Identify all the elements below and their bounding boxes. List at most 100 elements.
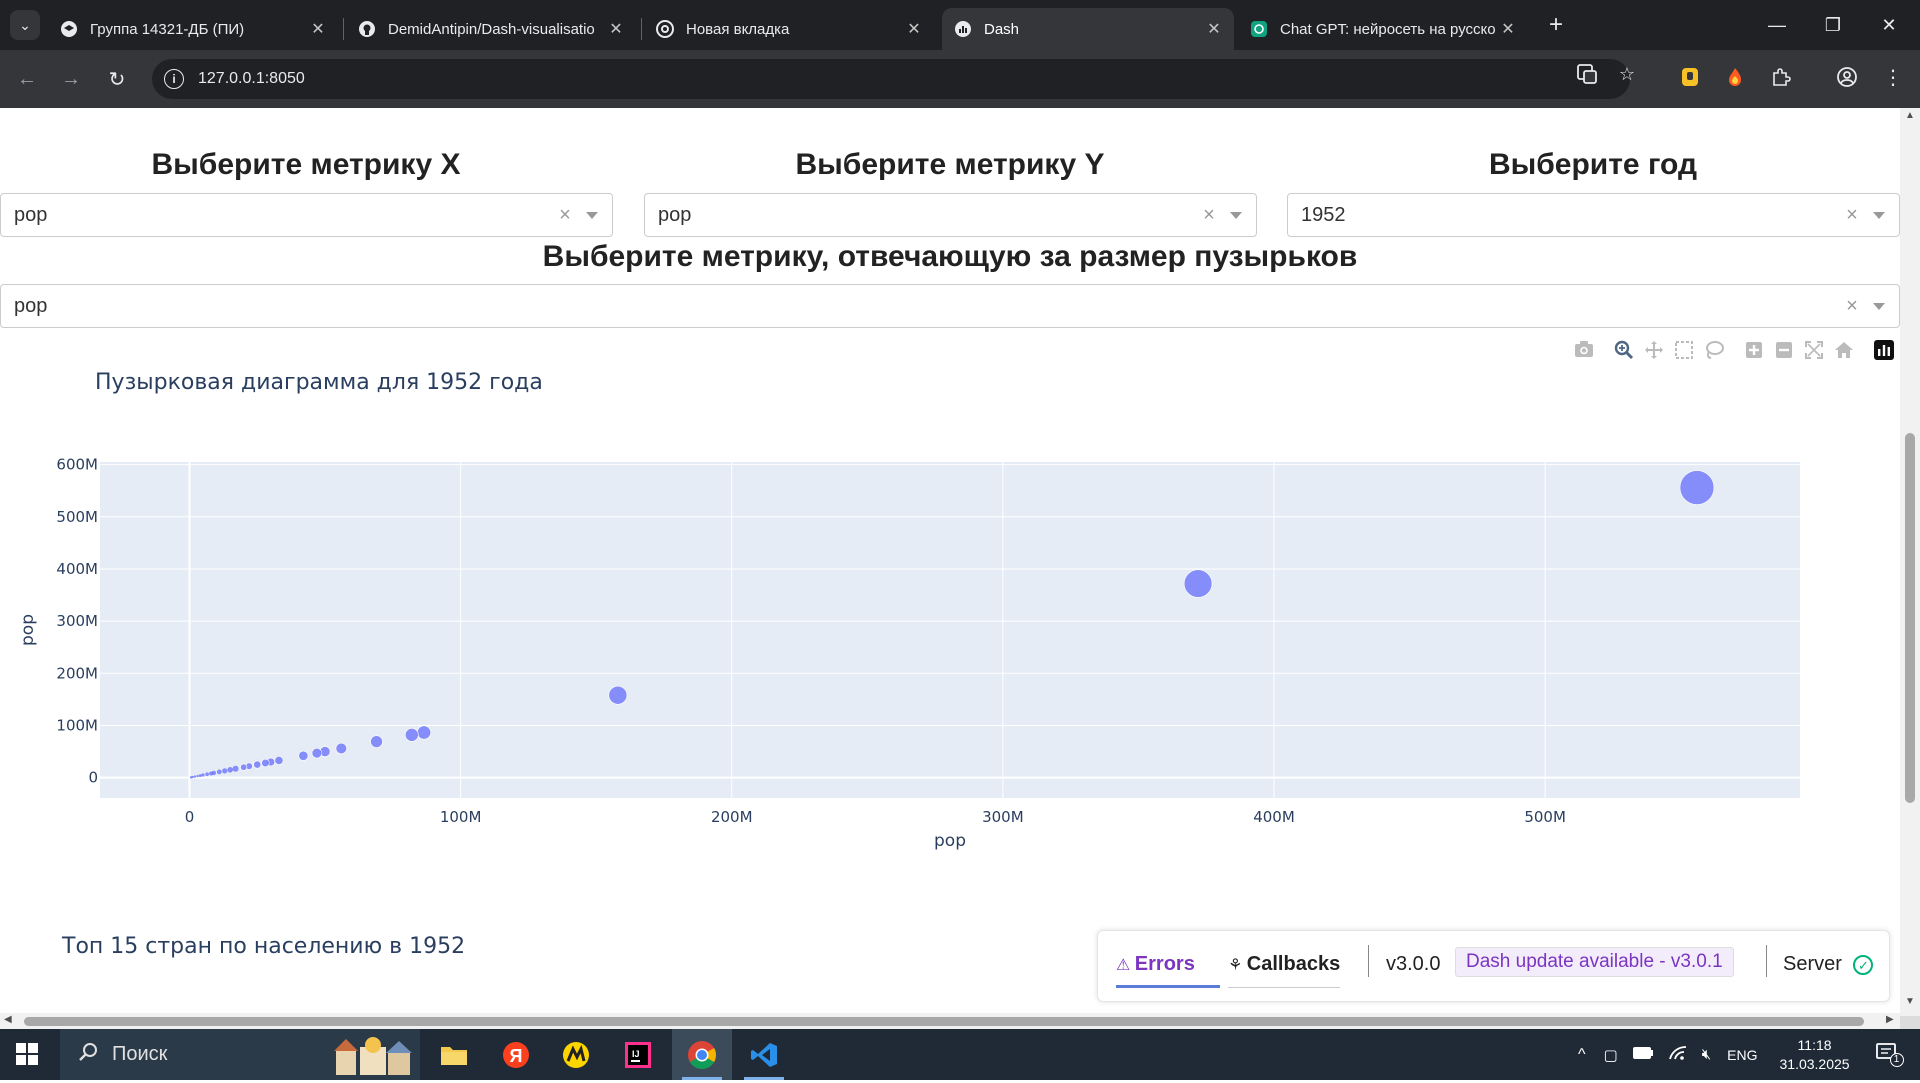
new-tab-button[interactable]: + <box>1542 12 1570 40</box>
bubble-point[interactable] <box>222 768 228 774</box>
meet-now-icon[interactable]: ▢ <box>1604 1046 1618 1064</box>
reset-axes-home-icon[interactable] <box>1833 340 1855 362</box>
year-dropdown[interactable]: 1952 × <box>1287 193 1900 237</box>
zoom-in-icon[interactable] <box>1743 340 1765 362</box>
chevron-down-icon[interactable] <box>1873 211 1885 219</box>
tab-new-tab[interactable]: Новая вкладка ✕ <box>644 8 934 50</box>
scroll-thumb[interactable] <box>24 1017 1864 1026</box>
scroll-up-icon[interactable]: ▲ <box>1900 110 1920 126</box>
wifi-icon[interactable] <box>1668 1045 1688 1065</box>
extensions-puzzle-icon[interactable] <box>1768 64 1794 90</box>
yandex-market-icon[interactable] <box>546 1029 606 1080</box>
bubble-point[interactable] <box>311 747 323 759</box>
close-icon[interactable]: ✕ <box>308 19 328 39</box>
chevron-down-icon[interactable] <box>586 211 598 219</box>
pan-icon[interactable] <box>1643 340 1665 362</box>
extension-yellow-icon[interactable] <box>1677 64 1703 90</box>
box-select-icon[interactable] <box>1673 340 1695 362</box>
file-explorer-icon[interactable] <box>424 1029 484 1080</box>
notifications-icon[interactable]: 1 <box>1875 1042 1904 1067</box>
close-icon[interactable]: ✕ <box>1498 19 1518 39</box>
bubble-point[interactable] <box>261 758 270 768</box>
bubble-point[interactable] <box>298 750 309 761</box>
reload-icon[interactable]: ↻ <box>102 64 132 94</box>
profile-icon[interactable] <box>1834 64 1860 90</box>
plotly-logo-icon[interactable] <box>1873 340 1895 362</box>
bubble-point[interactable] <box>1679 470 1715 505</box>
bubble-point[interactable] <box>209 771 214 776</box>
tab-github[interactable]: DemidAntipin/Dash-visualisatio ✕ <box>346 8 636 50</box>
bubble-chart[interactable]: 0 100M 200M 300M 400M 500M 0 100M 200M 300M 400M 5… <box>0 446 1900 851</box>
clock[interactable]: 11:18 31.03.2025 <box>1780 1036 1850 1074</box>
forward-icon[interactable]: → <box>56 64 86 94</box>
bubble-point[interactable] <box>253 760 262 769</box>
close-icon[interactable]: ✕ <box>606 19 626 39</box>
address-bar[interactable]: i 127.0.0.1:8050 <box>152 59 1630 99</box>
bookmark-star-icon[interactable]: ☆ <box>1615 62 1639 86</box>
jetbrains-ide-icon[interactable]: IJ <box>608 1029 668 1080</box>
close-icon[interactable]: ✕ <box>904 19 924 39</box>
horizontal-scrollbar[interactable]: ◀ ▶ <box>0 1013 1900 1029</box>
bubble-point[interactable] <box>404 728 419 742</box>
bubble-point[interactable] <box>205 772 209 777</box>
lasso-select-icon[interactable] <box>1703 340 1725 362</box>
zoom-icon[interactable] <box>1613 340 1635 362</box>
bubble-point[interactable] <box>196 774 199 778</box>
bubble-point[interactable] <box>370 735 383 748</box>
bubble-point[interactable] <box>274 755 284 765</box>
chrome-taskbar-icon[interactable] <box>672 1029 732 1080</box>
menu-kebab-icon[interactable]: ⋮ <box>1880 64 1906 90</box>
bubble-point[interactable] <box>227 767 233 773</box>
scroll-thumb[interactable] <box>1905 433 1915 803</box>
camera-icon[interactable] <box>1573 340 1595 362</box>
clear-icon[interactable]: × <box>554 204 576 227</box>
input-language[interactable]: ENG <box>1727 1047 1757 1063</box>
volume-muted-icon[interactable]: 🔇︎ <box>1702 1046 1711 1063</box>
extension-flame-icon[interactable] <box>1722 64 1748 90</box>
bubble-point[interactable] <box>216 769 222 775</box>
update-available-badge[interactable]: Dash update available - v3.0.1 <box>1455 947 1734 977</box>
translate-icon[interactable] <box>1575 62 1599 86</box>
clear-icon[interactable]: × <box>1841 204 1863 227</box>
taskbar-search[interactable]: Поиск <box>60 1029 420 1080</box>
tab-chatgpt[interactable]: Chat GPT: нейросеть на русско ✕ <box>1238 8 1528 50</box>
bubble-point[interactable] <box>608 685 628 705</box>
vscode-icon[interactable] <box>734 1029 794 1080</box>
autoscale-icon[interactable] <box>1803 340 1825 362</box>
site-info-icon[interactable]: i <box>164 69 184 89</box>
back-icon[interactable]: ← <box>12 64 42 94</box>
window-close-icon[interactable]: ✕ <box>1866 0 1912 50</box>
yandex-browser-icon[interactable]: Я <box>486 1029 546 1080</box>
bubble-point[interactable] <box>240 763 248 771</box>
scroll-left-icon[interactable]: ◀ <box>4 1014 12 1025</box>
battery-icon[interactable] <box>1632 1046 1654 1064</box>
close-icon[interactable]: ✕ <box>1204 19 1224 39</box>
bubble-point[interactable] <box>198 774 202 778</box>
bubble-point[interactable] <box>335 742 348 755</box>
scroll-down-icon[interactable]: ▼ <box>1900 996 1920 1012</box>
errors-tab[interactable]: ⚠ Errors <box>1116 953 1195 976</box>
tab-dash[interactable]: Dash ✕ <box>942 8 1234 50</box>
chevron-down-icon[interactable] <box>1230 211 1242 219</box>
chevron-up-icon[interactable]: ^ <box>1578 1046 1586 1064</box>
x-metric-dropdown[interactable]: pop × <box>0 193 613 237</box>
tab-group[interactable]: Группа 14321-ДБ (ПИ) ✕ <box>48 8 338 50</box>
bubble-point[interactable] <box>201 773 205 777</box>
tab-search-chevron-icon[interactable]: ⌄ <box>10 10 40 40</box>
clear-icon[interactable]: × <box>1198 204 1220 227</box>
minimize-icon[interactable]: — <box>1754 0 1800 50</box>
bubble-point[interactable] <box>193 775 197 778</box>
vertical-scrollbar[interactable]: ▲ ▼ <box>1900 108 1920 1016</box>
windows-start-icon[interactable] <box>16 1043 38 1065</box>
bubble-point[interactable] <box>416 725 432 740</box>
bubble-point[interactable] <box>232 765 239 772</box>
size-metric-dropdown[interactable]: pop × <box>0 284 1900 328</box>
clear-icon[interactable]: × <box>1841 295 1863 318</box>
bubble-point[interactable] <box>189 776 193 779</box>
y-metric-dropdown[interactable]: pop × <box>644 193 1257 237</box>
zoom-out-icon[interactable] <box>1773 340 1795 362</box>
bubble-point[interactable] <box>1183 569 1213 598</box>
scroll-right-icon[interactable]: ▶ <box>1886 1014 1894 1025</box>
chevron-down-icon[interactable] <box>1873 302 1885 310</box>
callbacks-tab[interactable]: ⚘ Callbacks <box>1228 953 1340 976</box>
